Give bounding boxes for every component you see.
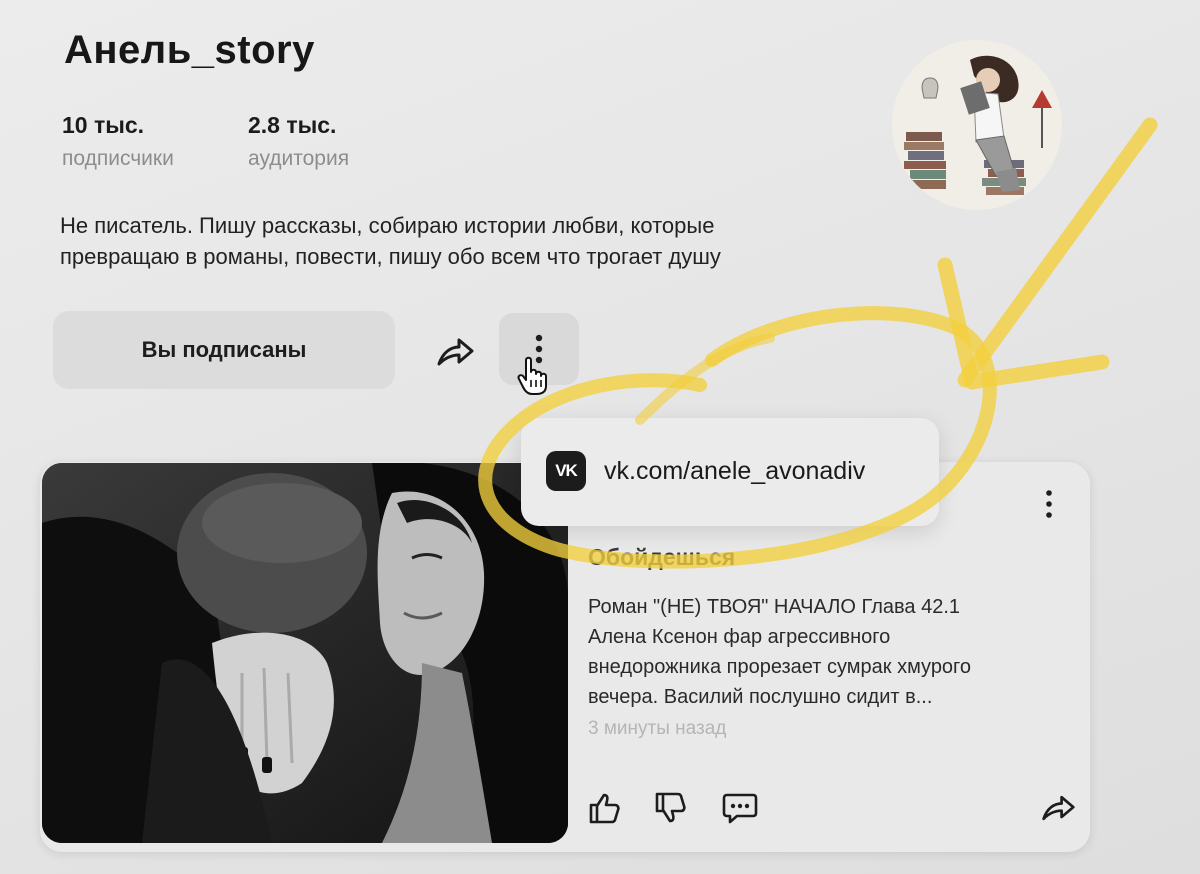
description-line-2: превращаю в романы, повести, пишу обо вс… — [60, 244, 721, 269]
subscribers-count: 10 тыс. — [62, 112, 145, 138]
excerpt-line-3: внедорожника прорезает сумрак хмурого — [588, 656, 972, 678]
comment-button[interactable] — [720, 788, 760, 828]
thumbs-down-icon — [655, 792, 686, 823]
reading-woman-avatar-icon — [892, 40, 1062, 210]
article-title[interactable]: Обойдешься — [588, 544, 735, 571]
share-icon — [1042, 795, 1075, 821]
dislike-button[interactable] — [650, 788, 690, 828]
description-line-1: Не писатель. Пишу рассказы, собираю исто… — [60, 213, 715, 238]
vk-logo-icon: VK — [546, 451, 586, 491]
vk-link-text[interactable]: vk.com/anele_avonadiv — [604, 457, 865, 486]
couple-photo-icon — [42, 463, 568, 843]
article-timestamp: 3 минуты назад — [588, 718, 727, 739]
channel-description: Не писатель. Пишу рассказы, собираю исто… — [60, 210, 860, 272]
thumbs-up-icon — [589, 793, 620, 824]
excerpt-line-4: вечера. Василий послушно сидит в... — [588, 686, 933, 708]
channel-avatar[interactable] — [892, 40, 1062, 210]
subscribed-button[interactable]: Вы подписаны — [53, 311, 395, 389]
channel-title: Анель_story — [64, 28, 315, 72]
excerpt-line-1: Роман "(НЕ) ТВОЯ" НАЧАЛО Глава 42.1 — [588, 596, 961, 618]
article-more-button[interactable] — [1034, 484, 1064, 524]
audience-label: аудитория — [248, 147, 350, 170]
article-cover-image[interactable] — [42, 463, 568, 843]
hand-cursor-icon — [516, 356, 552, 401]
excerpt-line-2: Алена Ксенон фар агрессивного — [588, 626, 891, 648]
share-icon — [437, 338, 474, 366]
article-excerpt[interactable]: Роман "(НЕ) ТВОЯ" НАЧАЛО Глава 42.1 Ален… — [588, 592, 1048, 712]
article-share-button[interactable] — [1038, 788, 1078, 828]
comment-icon — [722, 793, 758, 824]
stat-subscribers: 10 тыс. подписчики — [62, 112, 174, 171]
like-button[interactable] — [584, 788, 624, 828]
subscribers-label: подписчики — [62, 147, 174, 170]
share-button[interactable] — [430, 330, 480, 374]
audience-count: 2.8 тыс. — [248, 112, 337, 138]
stat-audience: 2.8 тыс. аудитория — [248, 112, 349, 171]
vk-profile-link[interactable]: VK vk.com/anele_avonadiv — [546, 451, 865, 491]
kebab-menu-icon — [1046, 490, 1052, 518]
